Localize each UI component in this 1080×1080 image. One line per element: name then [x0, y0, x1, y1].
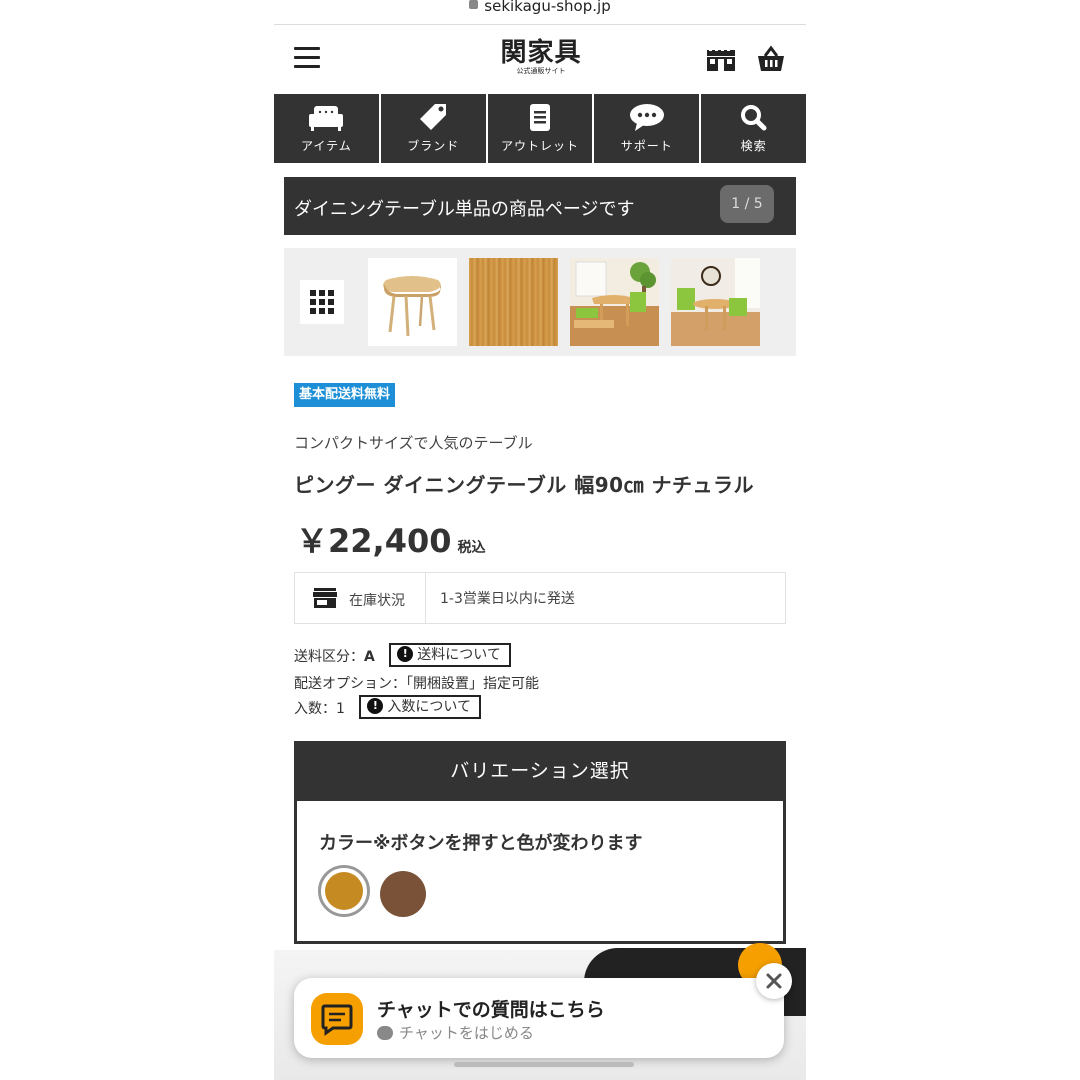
stock-value: 1-3営業日以内に発送: [440, 591, 575, 607]
home-indicator: [454, 1062, 634, 1067]
quantity-label: 入数：: [294, 701, 336, 717]
chat-title: チャットでの質問はこちら: [377, 999, 605, 1021]
free-shipping-badge: 基本配送料無料: [294, 383, 396, 407]
phone-screen: sekikagu-shop.jp 関家具 公式通販サイト アイテム ブランド ア…: [274, 0, 806, 1080]
site-header: 関家具 公式通販サイト: [274, 25, 806, 94]
shipping-class-label: 送料区分：: [294, 649, 364, 665]
speech-bubble-icon: [377, 1025, 393, 1040]
store-icon[interactable]: [706, 45, 736, 73]
nav-label: サポート: [620, 139, 673, 153]
logo-subtext: 公式通販サイト: [516, 67, 566, 75]
color-swatch-brown[interactable]: [380, 871, 426, 917]
close-icon[interactable]: [756, 963, 792, 999]
nav-label: ブランド: [407, 139, 460, 153]
nav-label: 検索: [740, 139, 767, 153]
stock-status-label-cell: 在庫状況: [295, 573, 426, 623]
chat-icon: [311, 993, 363, 1045]
color-swatch-natural[interactable]: [318, 865, 370, 917]
quantity-info-button[interactable]: ! 入数について: [359, 695, 481, 719]
category-nav: アイテム ブランド アウトレット サポート 検索: [274, 94, 806, 163]
variation-panel: カラー※ボタンを押すと色が変わります: [294, 801, 786, 944]
nav-label: アイテム: [300, 139, 352, 153]
quantity-value: 1: [336, 701, 345, 717]
nav-item-brand[interactable]: ブランド: [381, 94, 488, 163]
cart-basket-icon[interactable]: [756, 45, 786, 73]
product-catchcopy: コンパクトサイズで人気のテーブル: [294, 434, 533, 452]
exclamation-icon: !: [367, 698, 384, 714]
variation-header: バリエーション選択: [294, 741, 786, 801]
lock-icon: [469, 0, 479, 9]
chat-bubble-icon: [629, 104, 664, 131]
stock-status-box: 在庫状況 1-3営業日以内に発送: [294, 572, 786, 624]
quantity-row: 入数：1 ! 入数について: [294, 695, 481, 721]
product-price: ￥22,400 税込: [296, 516, 486, 562]
chat-subtitle: チャットをはじめる: [399, 1024, 534, 1042]
thumbnail-wood-grain[interactable]: [469, 258, 558, 346]
shipping-fee-button-label: 送料について: [417, 647, 501, 663]
product-name: ピングー ダイニングテーブル 幅90㎝ ナチュラル: [294, 473, 755, 497]
thumbnail-strip: [284, 248, 796, 356]
url-text: sekikagu-shop.jp: [484, 0, 611, 15]
nav-item-items[interactable]: アイテム: [274, 94, 381, 163]
nav-item-support[interactable]: サポート: [594, 94, 702, 163]
nav-label: アウトレット: [500, 139, 579, 153]
nav-item-outlet[interactable]: アウトレット: [488, 94, 595, 163]
shipping-class-value: A: [364, 649, 375, 665]
grid-icon: [310, 290, 334, 314]
search-icon: [740, 105, 767, 131]
shop-icon: [313, 588, 337, 608]
shipping-fee-button[interactable]: ! 送料について: [389, 643, 511, 667]
thumbnail-table[interactable]: [368, 258, 457, 346]
page-counter: 1 / 5: [720, 185, 774, 223]
tag-icon: [420, 104, 447, 130]
thumbnail-dining-room-1[interactable]: [570, 258, 659, 346]
document-icon: [529, 104, 550, 131]
logo-text: 関家具: [500, 38, 582, 68]
menu-icon[interactable]: [294, 47, 320, 69]
grid-view-button[interactable]: [300, 280, 344, 324]
url-bar[interactable]: sekikagu-shop.jp: [274, 0, 806, 25]
stock-label: 在庫状況: [349, 593, 405, 609]
chat-subtitle-row: チャットをはじめる: [377, 1022, 534, 1043]
site-logo[interactable]: 関家具 公式通販サイト: [496, 39, 586, 75]
nav-item-search[interactable]: 検索: [701, 94, 806, 163]
thumbnail-dining-room-2[interactable]: [671, 258, 760, 346]
sofa-icon: [309, 106, 344, 131]
delivery-option-text: 配送オプション：「開梱設置」指定可能: [294, 676, 539, 692]
banner-title: ダイニングテーブル単品の商品ページです: [294, 199, 635, 220]
page-banner: ダイニングテーブル単品の商品ページです 1 / 5: [284, 177, 796, 235]
tax-label: 税込: [457, 540, 486, 556]
quantity-info-button-label: 入数について: [387, 699, 471, 715]
shipping-class-row: 送料区分：A ! 送料について: [294, 643, 511, 669]
price-value: ￥22,400: [296, 522, 452, 560]
color-title: カラー※ボタンを押すと色が変わります: [319, 833, 643, 854]
exclamation-icon: !: [397, 646, 414, 662]
swatch-fill: [325, 872, 363, 910]
chat-widget[interactable]: チャットでの質問はこちら チャットをはじめる: [294, 978, 784, 1058]
